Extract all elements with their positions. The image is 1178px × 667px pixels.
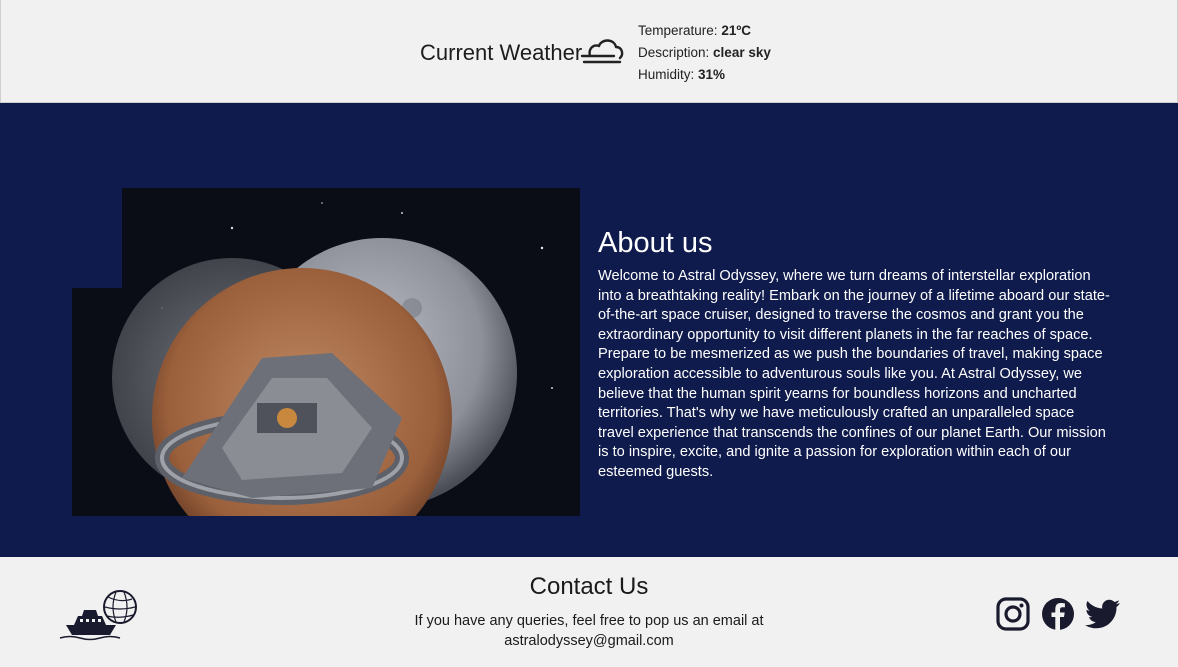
humidity-label: Humidity: [638, 67, 695, 82]
facebook-icon[interactable] [1041, 597, 1075, 631]
contact-footer: Contact Us If you have any queries, feel… [0, 557, 1178, 667]
description-value: clear sky [713, 45, 771, 60]
temperature-value: 21ºC [721, 23, 752, 38]
weather-title: Current Weather [420, 40, 583, 65]
about-title: About us [598, 227, 713, 259]
instagram-icon[interactable] [996, 597, 1030, 631]
temperature-row: Temperature: 21ºC [638, 20, 771, 42]
twitter-icon[interactable] [1085, 597, 1121, 631]
spaceship-planets-image [72, 188, 580, 516]
description-row: Description: clear sky [638, 42, 771, 64]
cloud-wind-icon [580, 39, 624, 64]
weather-bar: Current Weather Temperature: 21ºC Descri… [0, 0, 1178, 103]
description-label: Description: [638, 45, 710, 60]
temperature-label: Temperature: [638, 23, 718, 38]
contact-text: If you have any queries, feel free to po… [414, 613, 764, 649]
weather-details: Temperature: 21ºC Description: clear sky… [638, 20, 771, 86]
about-description: Welcome to Astral Odyssey, where we turn… [598, 268, 1110, 480]
about-section: About us Welcome to Astral Odyssey, wher… [0, 103, 1178, 557]
humidity-value: 31% [698, 67, 726, 82]
humidity-row: Humidity: 31% [638, 64, 771, 86]
